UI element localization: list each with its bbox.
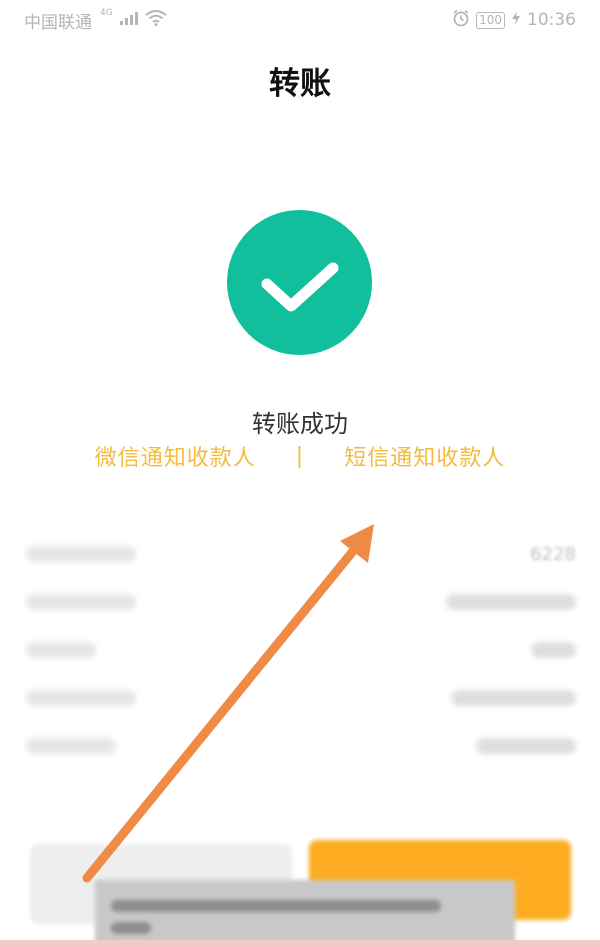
- clock-time: 10:36: [527, 10, 576, 30]
- detail-value-blurred: [451, 690, 576, 706]
- carrier-label: 中国联通: [24, 12, 92, 33]
- detail-row: [26, 578, 576, 626]
- transfer-success-message: 转账成功: [252, 410, 348, 438]
- bottom-toast-blurred: [95, 880, 515, 947]
- signal-icon: [119, 10, 139, 31]
- detail-row: [26, 722, 576, 770]
- status-left: 中国联通 4G: [24, 8, 167, 33]
- toast-line: [111, 922, 151, 934]
- detail-value-blurred: [476, 738, 576, 754]
- status-right: 100 10:36: [452, 9, 576, 32]
- detail-label-blurred: [26, 546, 136, 562]
- detail-row: 6228: [26, 530, 576, 578]
- detail-value-blurred: [446, 594, 576, 610]
- detail-value-blurred: [531, 642, 576, 658]
- charging-icon: [511, 10, 521, 31]
- notify-sms-link[interactable]: 短信通知收款人: [344, 440, 505, 472]
- annotation-arrow-icon: [82, 524, 374, 883]
- detail-label-blurred: [26, 642, 96, 658]
- toast-line: [111, 900, 441, 912]
- notify-options: 微信通知收款人 | 短信通知收款人: [0, 440, 600, 472]
- detail-label-blurred: [26, 594, 136, 610]
- alarm-icon: [452, 9, 470, 32]
- page-title: 转账: [269, 66, 331, 102]
- detail-row: [26, 674, 576, 722]
- detail-label-blurred: [26, 738, 116, 754]
- status-bar: 中国联通 4G 100 10:36: [0, 0, 600, 40]
- network-type: 4G: [100, 8, 113, 18]
- detail-label-blurred: [26, 690, 136, 706]
- battery-level: 100: [476, 11, 505, 29]
- divider: |: [295, 443, 305, 469]
- detail-row: [26, 626, 576, 674]
- success-check-icon: [227, 210, 372, 355]
- transfer-detail-list: 6228: [26, 530, 576, 770]
- bottom-edge: [0, 940, 600, 947]
- detail-value: 6228: [530, 543, 576, 565]
- wifi-icon: [145, 9, 167, 31]
- notify-wechat-link[interactable]: 微信通知收款人: [95, 440, 256, 472]
